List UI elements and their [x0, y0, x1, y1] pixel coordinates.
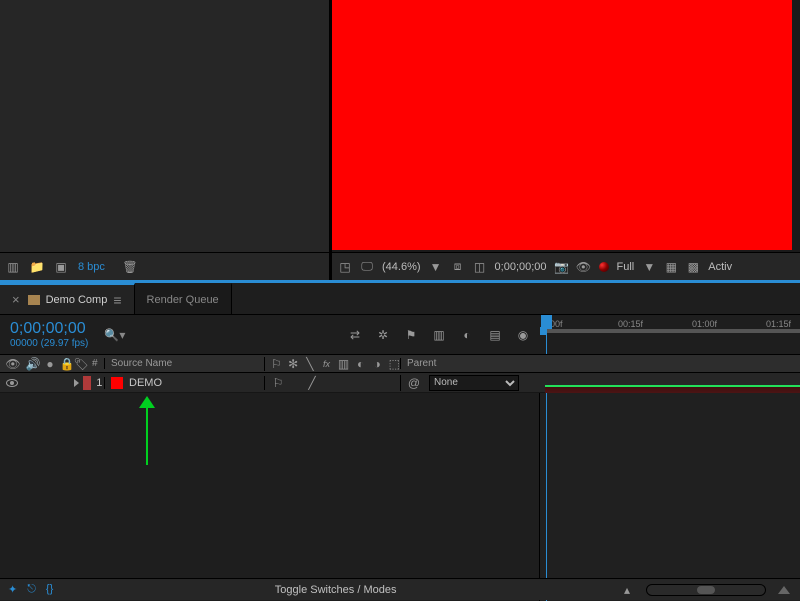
toggle-switches-icon-1[interactable]: ✦ — [8, 583, 17, 596]
expand-layer-icon[interactable] — [74, 379, 79, 387]
channel-icon[interactable] — [599, 262, 609, 272]
trash-icon[interactable]: 🗑 — [123, 260, 137, 274]
layer-row-1[interactable]: 1 DEMO ⚐ ╱ @ None — [0, 373, 800, 393]
brainstorm-icon[interactable]: ◉ — [516, 328, 530, 342]
bpc-button[interactable]: 8 bpc — [78, 261, 105, 273]
layer-color-label[interactable] — [83, 376, 91, 390]
safe-zones-icon[interactable]: ⧈ — [451, 260, 465, 274]
timeline-header: 0;00;00;00 00000 (29.97 fps) 🔍▾ ⇄ ✲ ⚑ ▥ … — [0, 315, 800, 355]
timeline-body-right[interactable] — [540, 393, 800, 601]
close-tab-icon[interactable]: × — [12, 292, 20, 307]
timeline-body-left[interactable] — [0, 393, 540, 601]
draft3d-icon[interactable]: ✲ — [376, 328, 390, 342]
3d-switch-icon: ⬚ — [389, 357, 400, 371]
always-preview-icon[interactable]: ◳ — [338, 260, 352, 274]
tab-render-queue[interactable]: Render Queue — [135, 283, 232, 314]
parent-col-header[interactable]: Parent — [400, 358, 540, 369]
quality-switch-icon: ╲ — [304, 357, 315, 371]
switches-col-header: ⚐ ✻ ╲ fx ▥ ◐ ◑ ⬚ — [264, 357, 400, 371]
folder-icon[interactable]: 📁 — [30, 260, 44, 274]
ruler-mark: 01:15f — [766, 319, 791, 329]
project-body[interactable] — [0, 0, 329, 252]
label-col-icon[interactable]: 🏷 — [74, 357, 88, 371]
source-name-col-header[interactable]: Source Name — [104, 358, 264, 369]
annotation-arrow — [146, 405, 148, 465]
zoom-percent[interactable]: (44.6%) — [382, 261, 421, 273]
moblur-switch-icon: ◐ — [355, 357, 366, 371]
layer-visibility-toggle[interactable] — [6, 379, 18, 387]
current-time[interactable]: 0;00;00;00 — [10, 320, 88, 338]
index-col-header[interactable]: # — [92, 358, 98, 369]
zoom-out-icon[interactable]: ▴ — [620, 583, 634, 597]
comp-mini-flow-icon[interactable]: ⇄ — [348, 328, 362, 342]
zoom-slider-thumb[interactable] — [697, 586, 715, 594]
tab-label: Demo Comp — [46, 294, 108, 306]
column-headers: 👁 🔊 ● 🔒 🏷 # Source Name ⚐ ✻ ╲ fx ▥ ◐ ◑ ⬚… — [0, 355, 800, 373]
current-time-display[interactable]: 0;00;00;00 — [495, 261, 547, 273]
project-panel: ▥ 📁 ▣ 8 bpc 🗑 — [0, 0, 330, 280]
resolution-dropdown-arrow-icon[interactable]: ▼ — [642, 260, 656, 274]
timeline-panel: × Demo Comp ≡ Render Queue 0;00;00;00 00… — [0, 280, 800, 600]
zoom-in-icon[interactable] — [778, 586, 790, 594]
active-camera-label[interactable]: Activ — [708, 261, 732, 273]
layer-quality-switch[interactable]: ╱ — [305, 376, 319, 390]
layer-name[interactable]: DEMO — [129, 377, 162, 389]
solo-col-icon[interactable]: ● — [46, 357, 54, 371]
motion-blur-icon[interactable]: ◐ — [460, 328, 474, 342]
timeline-footer: ✦ ⎋ {} Toggle Switches / Modes ▴ — [0, 578, 800, 600]
playhead[interactable] — [546, 315, 547, 354]
project-toolbar: ▥ 📁 ▣ 8 bpc 🗑 — [0, 252, 329, 280]
timeline-tab-row: × Demo Comp ≡ Render Queue — [0, 283, 800, 315]
zoom-dropdown-icon[interactable]: ▼ — [429, 260, 443, 274]
show-snapshot-icon[interactable]: 👁 — [577, 260, 591, 274]
timeline-body — [0, 393, 800, 601]
hide-shy-icon[interactable]: ⚑ — [404, 328, 418, 342]
audio-col-icon[interactable]: 🔊 — [26, 357, 40, 371]
ruler-mark: 00:15f — [618, 319, 643, 329]
transparency-grid-icon[interactable]: ▩ — [686, 260, 700, 274]
adjust-switch-icon: ◑ — [372, 357, 383, 371]
preview-toolbar: ◳ 🖵 (44.6%) ▼ ⧈ ◫ 0;00;00;00 📷 👁 Full ▼ … — [332, 252, 800, 280]
shy-switch-icon: ⚐ — [271, 357, 282, 371]
snapshot-icon[interactable]: 📷 — [555, 260, 569, 274]
roi-icon[interactable]: ▦ — [664, 260, 678, 274]
collapse-switch-icon: ✻ — [288, 357, 299, 371]
frame-info: 00000 (29.97 fps) — [10, 338, 88, 349]
tab-demo-comp[interactable]: × Demo Comp ≡ — [0, 283, 135, 314]
frame-blend-icon[interactable]: ▥ — [432, 328, 446, 342]
annotation-arrow-head-icon — [139, 396, 155, 408]
toggle-switches-modes-button[interactable]: Toggle Switches / Modes — [61, 584, 610, 596]
ruler-mark: 01:00f — [692, 319, 717, 329]
pickwhip-icon[interactable]: @ — [407, 376, 421, 390]
preview-canvas-wrap — [332, 0, 800, 252]
comp-icon — [28, 295, 40, 305]
toggle-switches-icon-2[interactable]: ⎋ — [27, 583, 36, 596]
toggle-switches-icon-3[interactable]: {} — [46, 583, 53, 596]
layer-shy-switch[interactable]: ⚐ — [271, 376, 285, 390]
parent-dropdown[interactable]: None — [429, 375, 519, 391]
composition-viewer[interactable] — [332, 0, 792, 250]
resolution-dropdown[interactable]: Full — [617, 261, 635, 273]
search-icon[interactable]: 🔍▾ — [104, 328, 125, 342]
grid-mask-icon[interactable]: ◫ — [473, 260, 487, 274]
tab-menu-icon[interactable]: ≡ — [113, 292, 121, 308]
work-area-bar[interactable] — [540, 329, 800, 333]
interpret-footage-icon[interactable]: ▥ — [6, 260, 20, 274]
video-col-icon[interactable]: 👁 — [6, 357, 20, 371]
playhead-line[interactable] — [546, 393, 547, 601]
preview-panel: ◳ 🖵 (44.6%) ▼ ⧈ ◫ 0;00;00;00 📷 👁 Full ▼ … — [330, 0, 800, 280]
tab-label: Render Queue — [147, 294, 219, 306]
playhead-handle-icon[interactable] — [541, 315, 552, 329]
lock-col-icon[interactable]: 🔒 — [60, 357, 74, 371]
new-comp-icon[interactable]: ▣ — [54, 260, 68, 274]
monitor-icon[interactable]: 🖵 — [360, 260, 374, 274]
zoom-slider[interactable] — [646, 584, 766, 596]
fx-switch-icon: fx — [321, 357, 332, 371]
layer-swatch-icon — [111, 377, 123, 389]
graph-editor-icon[interactable]: ▤ — [488, 328, 502, 342]
layer-index: 1 — [95, 377, 104, 389]
frameblend-switch-icon: ▥ — [338, 357, 349, 371]
